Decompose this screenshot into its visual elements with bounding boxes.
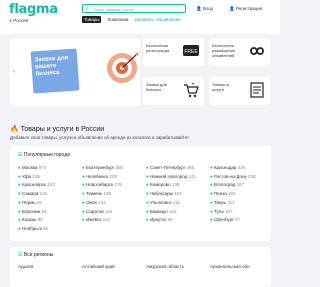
logo[interactable]: flagma (9, 2, 58, 17)
city-link[interactable]: ● Тюмень 158 (82, 190, 123, 199)
city-link[interactable]: ● Москва 973 (18, 164, 55, 173)
city-link[interactable]: ● Уфа 136 (18, 173, 55, 182)
card-label: Бесплатная регистрация (146, 43, 170, 53)
city-link[interactable]: ● Челябинск 203 (82, 173, 123, 182)
location-selector[interactable]: ● Россия (9, 18, 28, 24)
city-link[interactable]: ● Воронеж 92 (18, 208, 55, 217)
promo-banner[interactable]: Заявки для вашего бизнеса ‹ › (10, 38, 140, 106)
all-regions-panel: ☰ Все регионы Адыгея Алтайский край Амур… (10, 247, 271, 287)
register-button[interactable]: 👤 Регистрация (229, 4, 273, 13)
search-placeholder: Поиск товаров и услуг (93, 6, 135, 12)
card-free-listings[interactable]: Бесплатное размещение объявлений (209, 38, 270, 66)
city-link[interactable]: ● Красноярск 120 (18, 181, 55, 190)
city-column: ● Москва 973 ● Уфа 136 ● Красноярск 120 … (18, 164, 55, 234)
infinity-icon (250, 47, 264, 55)
city-link[interactable]: ● Волгоград 167 (210, 181, 256, 190)
login-label: Вход (202, 6, 214, 11)
location-label: Россия (13, 18, 29, 23)
city-link[interactable]: ● Нижний Новгород 141 (146, 173, 196, 182)
tab-products[interactable]: Товары (82, 16, 102, 23)
card-free-registration[interactable]: Бесплатная регистрация FREE (143, 38, 204, 66)
city-link[interactable]: ● Казань 88 (18, 216, 55, 225)
city-link[interactable]: ● Ульяновск 111 (146, 199, 196, 208)
city-link[interactable]: ● Ростов-на-Дону 238 (210, 173, 256, 182)
section-title: 🔥 Товары и услуги в России (10, 125, 104, 133)
svg-text:+: + (191, 82, 195, 88)
add-listing-link[interactable]: Добавить объявление (135, 17, 181, 22)
svg-text:FREE: FREE (184, 49, 198, 55)
card-label: Бесплатное размещение объявлений (212, 43, 236, 58)
site-header: flagma ● Россия ⌕ Поиск товаров и услуг … (0, 0, 280, 34)
card-label: Заявки для бизнеса (146, 82, 167, 92)
register-label: Регистрация (235, 6, 263, 11)
cities-heading: ☰ Популярные города (18, 152, 70, 158)
free-badge-icon: FREE (183, 45, 199, 56)
city-link[interactable]: ● Чебоксары 119 (146, 190, 196, 199)
cities-heading-text: Популярные города (23, 152, 70, 158)
city-link[interactable]: ● Краснодар 328 (210, 164, 256, 173)
popular-cities-panel: ☰ Популярные города ● Москва 973 ● Уфа 1… (10, 146, 271, 241)
user-icon: 👤 (196, 6, 202, 11)
cart-plus-icon: + (184, 82, 199, 98)
city-column: ● Екатеринбург 380 ● Челябинск 203 ● Нов… (82, 164, 123, 225)
city-link[interactable]: ● Омск 132 (82, 199, 123, 208)
city-link[interactable]: ● Ноябрьск 65 (18, 225, 55, 234)
city-link[interactable]: ● Иркутск 98 (146, 216, 196, 225)
login-button[interactable]: 👤 Вход (196, 4, 224, 13)
regions-heading-text: Все регионы (23, 252, 54, 258)
target-icon (107, 53, 138, 83)
city-link[interactable]: ● Саратов 116 (82, 208, 123, 217)
region-link[interactable]: Алтайский край (82, 264, 115, 269)
city-link[interactable]: ● Самара 115 (18, 190, 55, 199)
city-link[interactable]: ● Пенза 150 (210, 190, 256, 199)
city-link[interactable]: ● Екатеринбург 380 (82, 164, 123, 173)
region-link[interactable]: Амурская область (146, 264, 184, 269)
section-subtitle: Добавьте свои товары, услуги и объявлени… (10, 135, 189, 140)
fire-icon: 🔥 (10, 126, 19, 133)
list-icon: ☰ (18, 152, 23, 158)
map-pin-icon: ● (9, 18, 13, 24)
city-link[interactable]: ● Санкт-Петербург 465 (146, 164, 196, 173)
regions-heading: ☰ Все регионы (18, 252, 53, 258)
region-link[interactable]: Адыгея (18, 264, 33, 269)
city-link[interactable]: ● Ижевск 101 (82, 216, 123, 225)
list-icon: ☰ (18, 252, 23, 258)
card-label: Товары и услуги (212, 82, 230, 92)
city-link[interactable]: ● Оренбург 97 (210, 216, 256, 225)
card-business-leads[interactable]: Заявки для бизнеса + (143, 77, 204, 105)
city-link[interactable]: ● Тверь 114 (210, 199, 256, 208)
search-icon: ⌕ (86, 6, 89, 12)
region-link[interactable]: Архангельская обл. (210, 264, 251, 269)
city-column: ● Санкт-Петербург 465 ● Нижний Новгород … (146, 164, 196, 225)
city-link[interactable]: ● Новосибирск 176 (82, 181, 123, 190)
city-link[interactable]: ● Пермь 93 (18, 199, 55, 208)
card-goods-services[interactable]: Товары и услуги (209, 77, 270, 105)
city-link[interactable]: ● Кемерово 138 (146, 181, 196, 190)
document-icon (250, 82, 264, 98)
city-column: ● Краснодар 328 ● Ростов-на-Дону 238 ● В… (210, 164, 256, 225)
city-link[interactable]: ● Барнаул 103 (146, 208, 196, 217)
category-nav: Товары Компании Добавить объявление (82, 16, 186, 23)
chevron-left-icon[interactable]: ‹ (13, 69, 15, 75)
banner-text: Заявки для вашего бизнеса (34, 55, 69, 78)
user-plus-icon: 👤 (229, 6, 235, 11)
search-input[interactable]: ⌕ Поиск товаров и услуг (82, 4, 186, 13)
section-title-text: Товары и услуги в России (20, 126, 105, 133)
city-link[interactable]: ● Тула 107 (210, 208, 256, 217)
tab-companies[interactable]: Компании (108, 17, 129, 22)
